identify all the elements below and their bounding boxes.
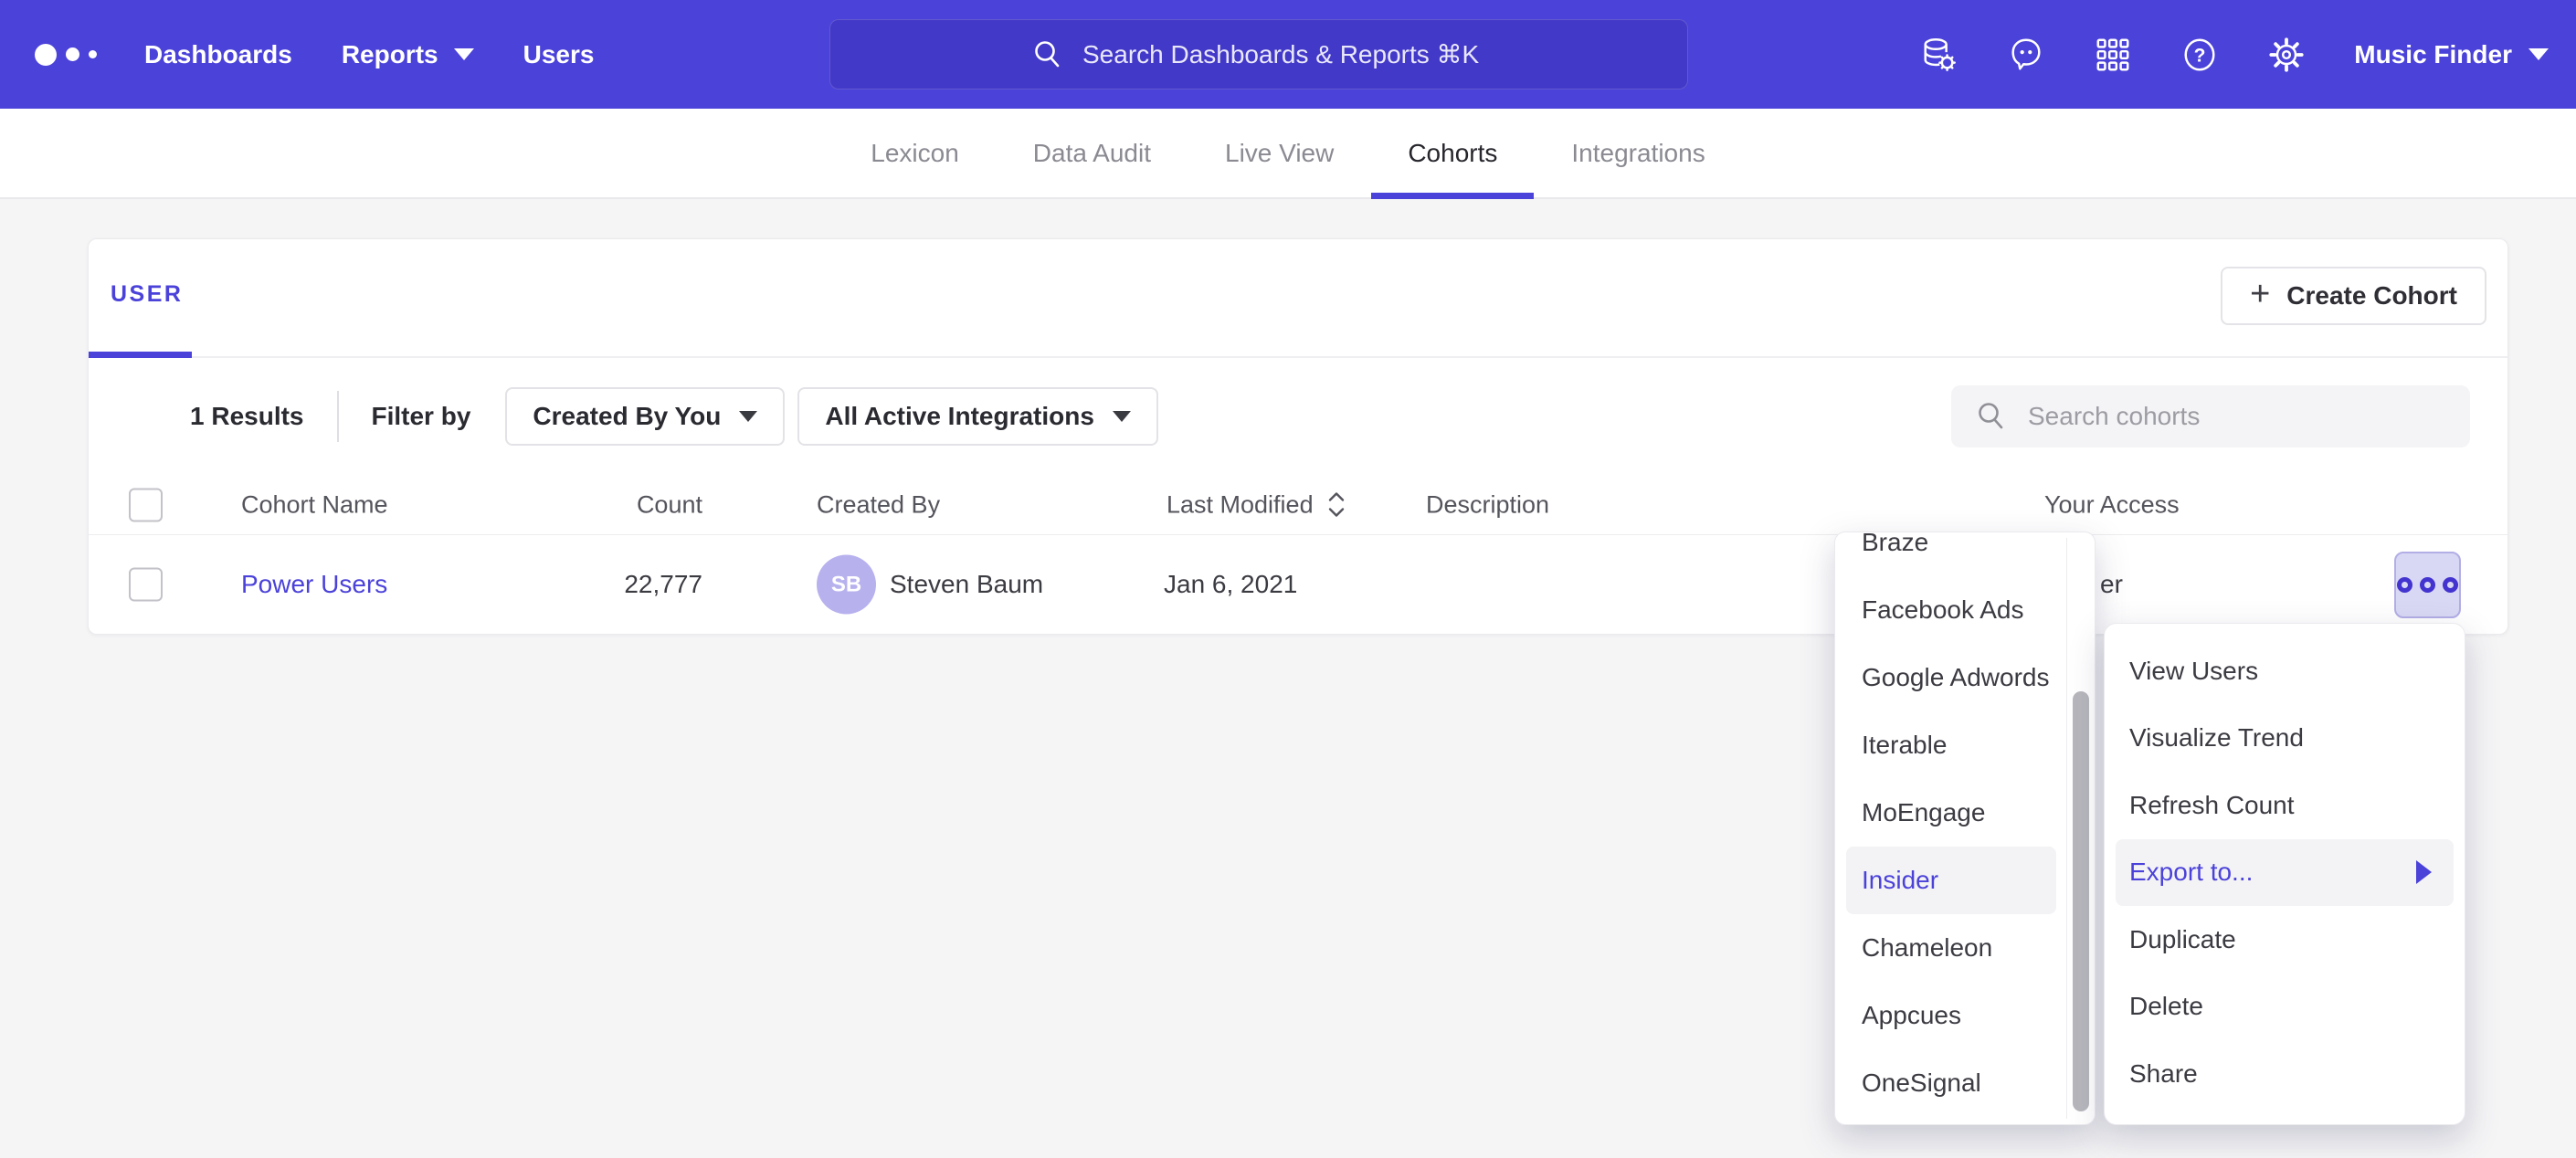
select-all-checkbox[interactable] [129,488,163,521]
export-destinations-list: Braze Facebook Ads Google Adwords Iterab… [1835,532,2095,1117]
sort-icon [1326,491,1346,519]
table-row[interactable]: Power Users 22,777 SB Steven Baum Jan 6,… [89,535,2507,634]
export-destinations-submenu: Braze Facebook Ads Google Adwords Iterab… [1834,532,2096,1125]
submenu-item-appcues[interactable]: Appcues [1835,982,2056,1049]
more-dot-icon [2420,577,2435,593]
nav-reports-label: Reports [342,40,438,69]
row-access-text-fragment: er [2100,570,2123,599]
submenu-item-iterable[interactable]: Iterable [1835,711,2056,779]
chevron-down-icon [2528,48,2549,60]
navbar-right-cluster: ? Music Finder [1920,36,2549,74]
help-icon[interactable]: ? [2180,36,2219,74]
tab-live-view[interactable]: Live View [1225,109,1334,197]
menu-item-delete[interactable]: Delete [2105,974,2465,1041]
chevron-down-icon [739,411,757,422]
tab-integrations[interactable]: Integrations [1571,109,1705,197]
feedback-chat-icon[interactable] [2007,36,2045,74]
table-header-row: Cohort Name Count Created By Last Modifi… [89,475,2507,535]
menu-item-visualize-trend[interactable]: Visualize Trend [2105,705,2465,773]
cohort-search-bar[interactable] [1951,385,2470,447]
nav-reports[interactable]: Reports [342,40,474,69]
project-switcher[interactable]: Music Finder [2354,40,2549,69]
row-more-actions-button[interactable] [2394,552,2461,618]
plus-icon: + [2250,277,2270,311]
tab-lexicon[interactable]: Lexicon [871,109,959,197]
nav-users[interactable]: Users [523,40,595,69]
chevron-down-icon [454,48,474,60]
active-tab-underline [89,352,192,358]
create-cohort-button[interactable]: + Create Cohort [2221,267,2486,325]
cohorts-panel: USER + Create Cohort 1 Results Filter by… [88,238,2508,635]
top-navbar: Dashboards Reports Users [0,0,2576,109]
integrations-filter[interactable]: All Active Integrations [797,387,1158,446]
avatar: SB [817,555,876,615]
mixpanel-dots-logo[interactable] [35,44,97,66]
nav-users-label: Users [523,40,595,69]
logo-dot-medium [66,47,79,61]
settings-gear-icon[interactable] [2267,36,2306,74]
row-context-menu: View Users Visualize Trend Refresh Count… [2104,623,2465,1125]
more-dot-icon [2443,577,2458,593]
cohort-type-tabs: USER + Create Cohort [89,239,2507,358]
tab-data-audit[interactable]: Data Audit [1033,109,1151,197]
header-created-by[interactable]: Created By [817,490,940,519]
primary-nav: Dashboards Reports Users [144,40,594,69]
header-last-modified[interactable]: Last Modified [1167,490,1346,519]
last-modified-date: Jan 6, 2021 [1164,570,1297,599]
cohorts-toolbar: 1 Results Filter by Created By You All A… [89,358,2507,475]
menu-item-export-to-label: Export to... [2129,858,2253,887]
menu-item-share[interactable]: Share [2105,1040,2465,1108]
tab-user-cohorts[interactable]: USER [111,281,183,308]
menu-item-duplicate[interactable]: Duplicate [2105,906,2465,974]
search-icon [1031,38,1064,71]
created-by-filter[interactable]: Created By You [505,387,785,446]
submenu-arrow-icon [2416,860,2432,884]
filter-by-label: Filter by [372,402,471,431]
nav-dashboards[interactable]: Dashboards [144,40,292,69]
cohort-search-input[interactable] [2026,401,2450,432]
toolbar-divider [337,391,339,442]
menu-item-view-users[interactable]: View Users [2105,637,2465,705]
apps-grid-icon[interactable] [2094,36,2132,74]
more-dot-icon [2397,577,2412,593]
row-checkbox[interactable] [129,568,163,602]
menu-item-refresh-count[interactable]: Refresh Count [2105,772,2465,839]
results-count: 1 Results [190,402,304,431]
header-cohort-name[interactable]: Cohort Name [241,490,388,519]
cohort-count: 22,777 [520,570,702,599]
global-search-input[interactable] [1081,39,1486,70]
nav-dashboards-label: Dashboards [144,40,292,69]
global-search-bar[interactable] [829,19,1688,89]
created-by-name: Steven Baum [890,570,1043,599]
header-count[interactable]: Count [520,490,702,519]
create-cohort-label: Create Cohort [2286,281,2457,311]
project-name: Music Finder [2354,40,2512,69]
tab-cohorts[interactable]: Cohorts [1408,109,1497,197]
logo-dot-small [89,50,97,58]
header-last-modified-label: Last Modified [1167,490,1314,519]
header-description[interactable]: Description [1426,490,1549,519]
logo-dot-large [35,44,57,66]
search-icon [1975,400,2008,433]
app-screen: Dashboards Reports Users [0,0,2576,1158]
submenu-item-google-adwords[interactable]: Google Adwords [1835,644,2056,711]
submenu-item-facebook-ads[interactable]: Facebook Ads [1835,576,2056,644]
submenu-item-chameleon[interactable]: Chameleon [1835,914,2056,982]
submenu-item-onesignal[interactable]: OneSignal [1835,1049,2056,1117]
submenu-scrollbar-thumb[interactable] [2073,691,2089,1111]
cohort-name-link[interactable]: Power Users [241,570,387,599]
submenu-item-braze[interactable]: Braze [1835,532,2056,576]
created-by-filter-label: Created By You [533,402,721,431]
integrations-filter-label: All Active Integrations [825,402,1094,431]
svg-text:?: ? [2194,45,2206,66]
submenu-item-moengage[interactable]: MoEngage [1835,779,2056,847]
chevron-down-icon [1113,411,1131,422]
secondary-nav: Lexicon Data Audit Live View Cohorts Int… [0,109,2576,199]
header-your-access[interactable]: Your Access [2044,490,2180,519]
submenu-item-insider[interactable]: Insider [1846,847,2056,914]
menu-item-export-to[interactable]: Export to... [2116,839,2454,907]
data-management-icon[interactable] [1920,36,1958,74]
